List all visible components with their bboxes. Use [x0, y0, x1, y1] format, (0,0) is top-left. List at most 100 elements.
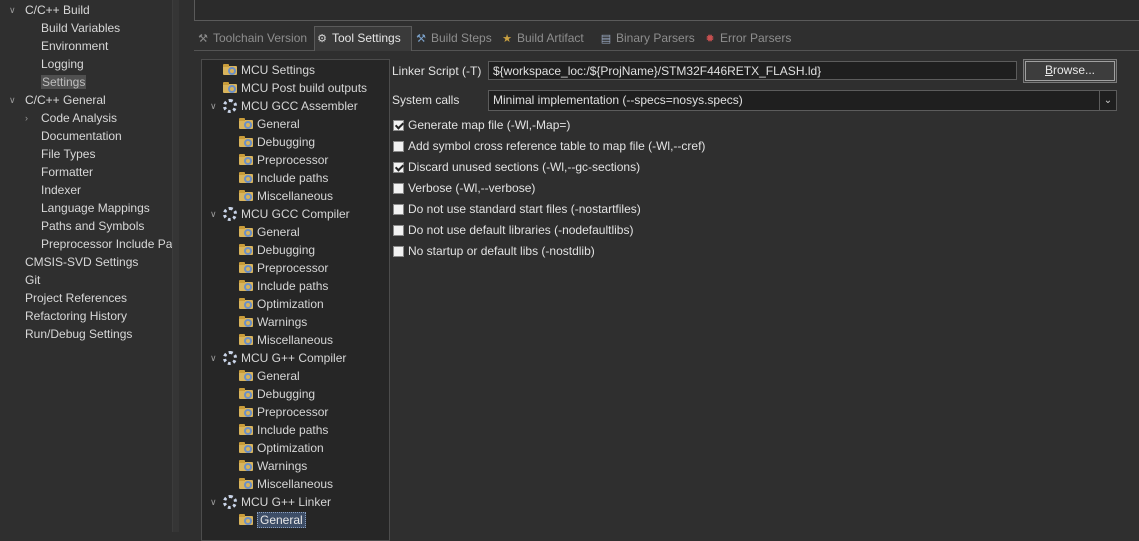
tool-tree-item[interactable]: Debugging — [239, 241, 315, 259]
nav-item-label: C/C++ General — [25, 93, 106, 107]
tab-error-parsers[interactable]: ✹ Error Parsers — [703, 27, 793, 49]
tool-tree-item[interactable]: Preprocessor — [239, 403, 328, 421]
linker-script-input[interactable]: ${workspace_loc:/${ProjName}/STM32F446RE… — [488, 61, 1017, 80]
option-checkbox[interactable] — [393, 225, 404, 236]
tab-tool-settings[interactable]: ⚙ Tool Settings — [314, 26, 412, 51]
tool-tree-item[interactable]: Warnings — [239, 313, 307, 331]
tool-tree-item[interactable]: General — [239, 367, 300, 385]
nav-item[interactable]: Build Variables — [41, 19, 120, 37]
nav-item[interactable]: Language Mappings — [41, 199, 150, 217]
settings-folder-icon — [239, 514, 253, 525]
tool-tree-item[interactable]: Debugging — [239, 385, 315, 403]
system-calls-select[interactable]: Minimal implementation (--specs=nosys.sp… — [488, 90, 1117, 111]
nav-item[interactable]: Preprocessor Include Pat — [41, 235, 172, 253]
nav-item[interactable]: Environment — [41, 37, 108, 55]
tool-tree-item-label: Preprocessor — [257, 261, 329, 275]
tool-tree-item-label: Include paths — [257, 423, 329, 437]
nav-item[interactable]: CMSIS-SVD Settings — [25, 253, 138, 271]
nav-item[interactable]: Settings — [41, 73, 87, 91]
tool-tree-item[interactable]: General — [239, 115, 300, 133]
hammer-icon: ⚒ — [416, 33, 426, 45]
tool-tree-item[interactable]: Include paths — [239, 169, 328, 187]
nav-splitter[interactable] — [172, 0, 179, 532]
tool-tree-item[interactable]: ∨ MCU G++ Compiler — [210, 349, 346, 367]
nav-item[interactable]: Formatter — [41, 163, 93, 181]
linker-option[interactable]: Do not use default libraries (-nodefault… — [393, 221, 633, 239]
nav-item[interactable]: Indexer — [41, 181, 81, 199]
option-checkbox[interactable] — [393, 183, 404, 194]
tool-tree-item[interactable]: Optimization — [239, 439, 324, 457]
nav-item[interactable]: › Code Analysis — [25, 109, 117, 127]
tool-tree-item-label: Miscellaneous — [257, 333, 334, 347]
tool-tree-item[interactable]: Include paths — [239, 421, 328, 439]
linker-option[interactable]: Verbose (-Wl,--verbose) — [393, 179, 535, 197]
chevron-right-icon[interactable]: › — [25, 109, 35, 127]
linker-option[interactable]: Add symbol cross reference table to map … — [393, 137, 705, 155]
tool-tree-item[interactable]: ∨ MCU GCC Assembler — [210, 97, 358, 115]
chevron-down-icon[interactable]: ∨ — [9, 1, 19, 19]
linker-option[interactable]: Discard unused sections (-Wl,--gc-sectio… — [393, 158, 640, 176]
tool-tree-item[interactable]: Preprocessor — [239, 151, 328, 169]
nav-item[interactable]: File Types — [41, 145, 95, 163]
nav-item[interactable]: ∨ C/C++ General — [9, 91, 106, 109]
settings-folder-icon — [239, 316, 253, 327]
tool-tree-item[interactable]: ∨ MCU G++ Linker — [210, 493, 331, 511]
nav-item-label: Build Variables — [41, 21, 121, 35]
chevron-down-icon[interactable]: ∨ — [210, 493, 217, 511]
nav-item[interactable]: Run/Debug Settings — [25, 325, 132, 343]
option-checkbox[interactable] — [393, 141, 404, 152]
browse-button[interactable]: Browse... — [1023, 59, 1117, 83]
chevron-down-icon[interactable]: ∨ — [9, 91, 19, 109]
nav-item-label: Settings — [41, 75, 87, 89]
chevron-down-icon[interactable]: ∨ — [210, 349, 217, 367]
linker-option[interactable]: Generate map file (-Wl,-Map=) — [393, 116, 570, 134]
option-checkbox[interactable] — [393, 204, 404, 215]
option-checkbox[interactable] — [393, 120, 404, 131]
nav-item-label: Paths and Symbols — [41, 219, 145, 233]
tool-tree-item-label: Miscellaneous — [257, 189, 334, 203]
nav-item[interactable]: Paths and Symbols — [41, 217, 144, 235]
nav-item[interactable]: Git — [25, 271, 40, 289]
tab-build-artifact[interactable]: ★ Build Artifact — [500, 27, 596, 49]
linker-option[interactable]: Do not use standard start files (-nostar… — [393, 200, 641, 218]
browse-label: rowse... — [1053, 63, 1096, 77]
tool-tree-item[interactable]: Miscellaneous — [239, 187, 333, 205]
tool-tree-item[interactable]: Debugging — [239, 133, 315, 151]
tool-tree-item[interactable]: MCU Post build outputs — [223, 79, 367, 97]
tool-tree-item[interactable]: MCU Settings — [223, 61, 315, 79]
settings-folder-icon — [239, 334, 253, 345]
nav-item[interactable]: Logging — [41, 55, 84, 73]
tool-tree-item[interactable]: Warnings — [239, 457, 307, 475]
tool-tree-item[interactable]: Miscellaneous — [239, 475, 333, 493]
linker-option[interactable]: No startup or default libs (-nostdlib) — [393, 242, 595, 260]
chevron-down-icon[interactable]: ∨ — [210, 97, 217, 115]
system-calls-value: Minimal implementation (--specs=nosys.sp… — [493, 93, 743, 107]
chevron-down-icon[interactable]: ∨ — [210, 205, 217, 223]
nav-item[interactable]: ∨ C/C++ Build — [9, 1, 90, 19]
tool-tree-item[interactable]: Include paths — [239, 277, 328, 295]
option-checkbox[interactable] — [393, 162, 404, 173]
option-label: Verbose (-Wl,--verbose) — [408, 181, 536, 195]
settings-folder-icon — [239, 424, 253, 435]
tool-tree-item[interactable]: General — [239, 511, 306, 529]
tool-tree-item[interactable]: Preprocessor — [239, 259, 328, 277]
nav-item-label: CMSIS-SVD Settings — [25, 255, 139, 269]
tool-tree-item-label: Preprocessor — [257, 153, 329, 167]
tab-build-steps[interactable]: ⚒ Build Steps — [414, 27, 498, 49]
settings-folder-icon — [239, 154, 253, 165]
chevron-down-icon[interactable]: ⌄ — [1099, 91, 1116, 110]
nav-item[interactable]: Refactoring History — [25, 307, 127, 325]
tab-toolchain-version[interactable]: ⚒ Toolchain Version — [196, 27, 314, 49]
gear-icon: ⚙ — [317, 33, 327, 45]
nav-item[interactable]: Documentation — [41, 127, 122, 145]
nav-item-label: Run/Debug Settings — [25, 327, 133, 341]
tab-binary-parsers[interactable]: ▤ Binary Parsers — [599, 27, 699, 49]
tool-tree-item[interactable]: Optimization — [239, 295, 324, 313]
tool-tree-item[interactable]: ∨ MCU GCC Compiler — [210, 205, 350, 223]
option-checkbox[interactable] — [393, 246, 404, 257]
tool-tree-item[interactable]: Miscellaneous — [239, 331, 333, 349]
tool-tree-item[interactable]: General — [239, 223, 300, 241]
nav-item[interactable]: Project References — [25, 289, 127, 307]
tool-tree-item-label: Warnings — [257, 315, 308, 329]
tool-tree-item-label: General — [257, 117, 300, 131]
